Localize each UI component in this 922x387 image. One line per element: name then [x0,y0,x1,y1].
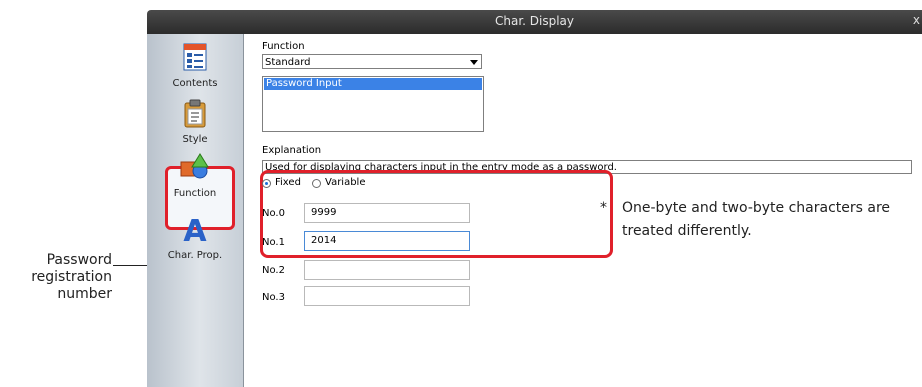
password-no0-input[interactable]: 9999 [304,203,470,223]
sidebar-item-label: Function [173,188,217,199]
char-prop-icon: A [183,214,207,249]
function-select[interactable]: Standard [262,54,482,69]
row-label-no3: No.3 [262,292,285,303]
sidebar-item-label: Contents [172,78,218,89]
svg-text:A: A [183,214,207,244]
password-no2-input[interactable] [304,260,470,280]
password-no3-input[interactable] [304,286,470,306]
list-item[interactable]: Password Input [264,78,482,90]
contents-icon [183,43,207,71]
sidebar-item-contents[interactable]: Contents [147,42,243,89]
sidebar-item-style[interactable]: Style [147,98,243,145]
window-title: Char. Display [494,14,575,28]
row-label-no0: No.0 [262,208,285,219]
style-icon [184,99,206,128]
close-icon[interactable]: x [913,13,920,27]
fixed-radio-label: Fixed [275,177,301,188]
note-asterisk: * [600,200,607,216]
function-select-value: Standard [265,57,311,68]
note-text: One-byte and two-byte characters are tre… [622,200,891,239]
sidebar-item-label: Char. Prop. [167,250,223,261]
sidebar: Contents Style Function A Char. Prop. [147,34,244,387]
callout-password-registration-number: Password registration number [31,252,112,302]
row-label-no1: No.1 [262,237,285,248]
password-no1-input[interactable]: 2014 [304,231,470,251]
sidebar-item-char-prop[interactable]: A Char. Prop. [147,214,243,261]
fixed-radio[interactable] [262,179,271,188]
explanation-label: Explanation [262,145,322,156]
sidebar-item-label: Style [182,134,208,145]
variable-radio-label: Variable [325,177,366,188]
row-label-no2: No.2 [262,265,285,276]
sidebar-item-function[interactable]: Function [147,152,243,199]
function-icon [180,153,209,179]
chevron-down-icon[interactable] [470,60,478,65]
function-list[interactable]: Password Input [262,76,484,132]
variable-radio[interactable] [312,179,321,188]
title-bar[interactable]: Char. Display x [147,10,922,34]
function-label: Function [262,41,305,52]
